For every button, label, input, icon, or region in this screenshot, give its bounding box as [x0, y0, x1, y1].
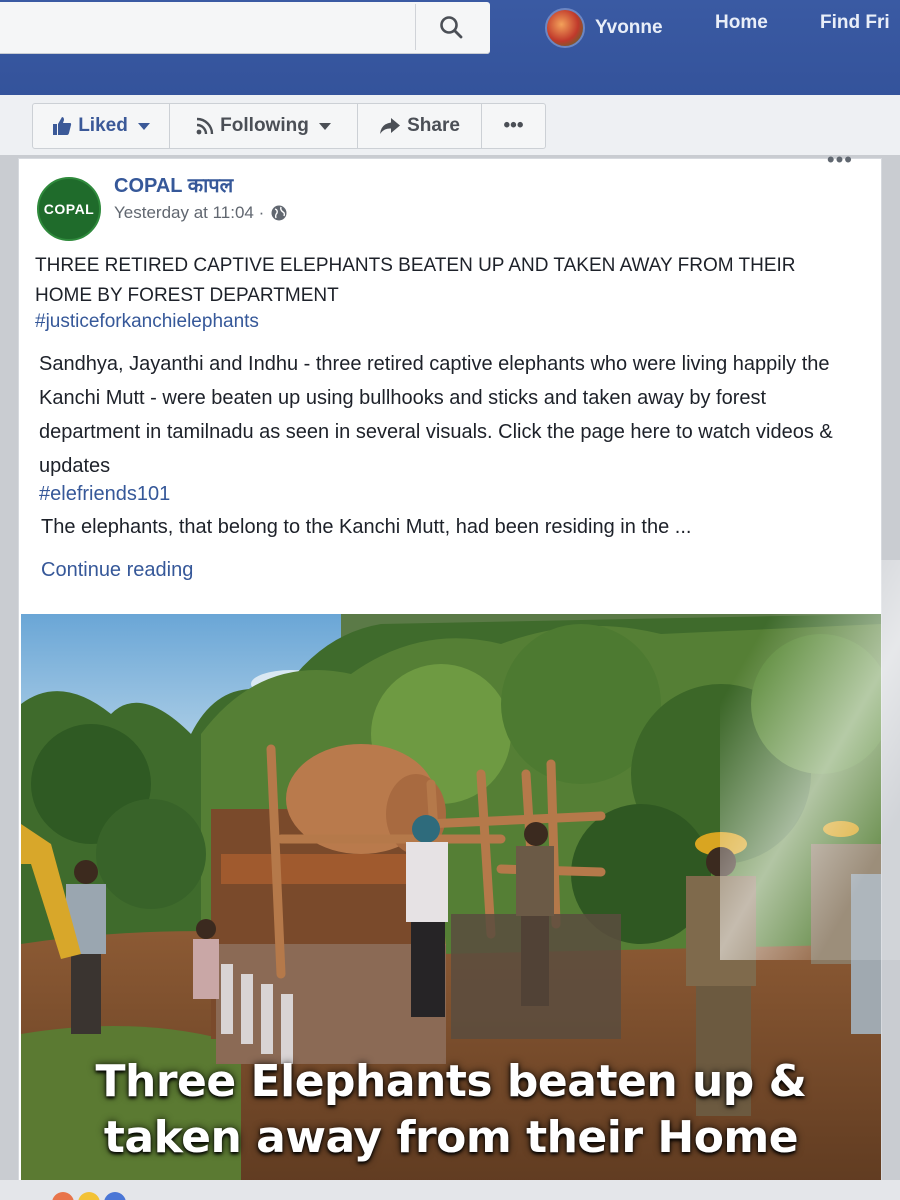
post-body: Sandhya, Jayanthi and Indhu - three reti…: [39, 353, 833, 477]
chevron-down-icon: [137, 122, 150, 130]
following-label: Following: [220, 115, 309, 136]
globe-icon: [271, 205, 287, 221]
liked-button[interactable]: Liked: [32, 103, 170, 149]
page-avatar[interactable]: COPAL: [37, 177, 101, 241]
page-action-buttons: Liked Following Share •••: [32, 95, 546, 155]
page-avatar-text: COPAL: [43, 201, 95, 217]
photo-caption-line-1: Three Elephants beaten up &: [95, 1056, 807, 1107]
find-friends-link[interactable]: Find Fri: [820, 12, 890, 34]
reactions-bar: [0, 1180, 900, 1200]
more-icon: •••: [503, 115, 524, 136]
hashtag-link[interactable]: #elefriends101: [39, 483, 170, 506]
share-button[interactable]: Share: [358, 103, 482, 149]
post-card: ••• COPAL COPAL कापल Yesterday at 11:04 …: [18, 147, 882, 1199]
hashtag-link[interactable]: #justiceforkanchielephants: [35, 311, 259, 333]
like-reaction-icon: [52, 1192, 74, 1200]
continue-reading-link[interactable]: Continue reading: [41, 559, 193, 582]
love-reaction-icon: [78, 1192, 100, 1200]
photo-caption: Three Elephants beaten up & taken away f…: [21, 1054, 881, 1166]
post-photo[interactable]: Three Elephants beaten up & taken away f…: [21, 614, 881, 1199]
post-title: THREE RETIRED CAPTIVE ELEPHANTS BEATEN U…: [35, 255, 796, 306]
avatar: [545, 8, 585, 48]
following-button[interactable]: Following: [170, 103, 358, 149]
home-link[interactable]: Home: [715, 12, 768, 34]
more-options-button[interactable]: •••: [482, 103, 546, 149]
link-preview-excerpt: The elephants, that belong to the Kanchi…: [41, 516, 692, 538]
top-navigation-bar: Yvonne Home Find Fri: [0, 0, 900, 95]
user-name: Yvonne: [595, 17, 663, 38]
wow-reaction-icon: [104, 1192, 126, 1200]
search-button[interactable]: [415, 4, 485, 50]
photo-caption-line-2: taken away from their Home: [103, 1112, 799, 1163]
share-label: Share: [407, 115, 460, 136]
post-meta: Yesterday at 11:04 ·: [114, 203, 288, 223]
reaction-icons[interactable]: [52, 1192, 126, 1200]
search-icon: [439, 16, 462, 39]
page-name-link[interactable]: COPAL कापल: [114, 171, 233, 198]
share-arrow-icon: [380, 118, 401, 134]
chevron-down-icon: [318, 122, 331, 130]
rss-icon: [196, 117, 214, 135]
profile-link[interactable]: Yvonne: [545, 8, 663, 48]
post-options-button[interactable]: •••: [827, 147, 853, 173]
post-timestamp[interactable]: Yesterday at 11:04 ·: [114, 203, 264, 223]
thumbs-up-icon: [53, 117, 72, 135]
liked-label: Liked: [78, 115, 128, 136]
